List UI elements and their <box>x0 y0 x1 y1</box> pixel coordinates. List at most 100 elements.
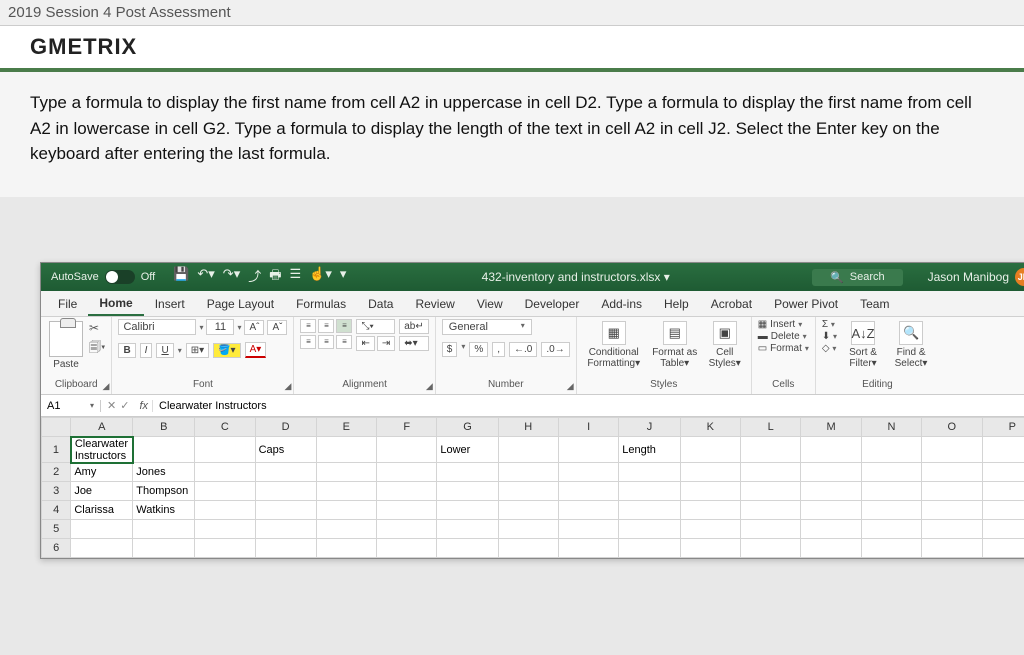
cell-H2[interactable] <box>498 463 558 482</box>
cell-E4[interactable] <box>316 501 376 520</box>
preview-icon[interactable]: ☰ <box>290 266 302 288</box>
tab-review[interactable]: Review <box>404 293 465 315</box>
row-header-4[interactable]: 4 <box>42 501 71 520</box>
percent-icon[interactable]: % <box>469 342 488 357</box>
cell-G2[interactable] <box>437 463 498 482</box>
cell-A6[interactable] <box>71 539 133 558</box>
tab-formulas[interactable]: Formulas <box>285 293 357 315</box>
tab-view[interactable]: View <box>466 293 514 315</box>
cell-C2[interactable] <box>195 463 255 482</box>
cell-I5[interactable] <box>558 520 618 539</box>
cell-O4[interactable] <box>922 501 982 520</box>
cell-K2[interactable] <box>680 463 740 482</box>
decrease-font-icon[interactable]: Aˇ <box>267 320 287 335</box>
cell-N3[interactable] <box>861 482 921 501</box>
tab-help[interactable]: Help <box>653 293 700 315</box>
cell-A5[interactable] <box>71 520 133 539</box>
insert-cells-button[interactable]: ▦Insert ▾ <box>758 319 809 330</box>
cell-P3[interactable] <box>982 482 1024 501</box>
open-icon[interactable]: ⤴ <box>248 266 261 288</box>
increase-decimal-icon[interactable]: ←.0 <box>509 342 537 357</box>
cell-L4[interactable] <box>740 501 800 520</box>
cell-J2[interactable] <box>619 463 680 482</box>
increase-font-icon[interactable]: Aˆ <box>244 320 264 335</box>
cell-O6[interactable] <box>922 539 982 558</box>
dialog-launcher-icon[interactable]: ◢ <box>285 381 292 392</box>
user-account[interactable]: Jason Manibog JM <box>918 268 1024 286</box>
wrap-text-icon[interactable]: ab↵ <box>399 319 429 334</box>
qat-more-icon[interactable]: ▾ <box>340 266 347 288</box>
copy-icon[interactable]: 🗐▾ <box>89 338 105 359</box>
cell-E3[interactable] <box>316 482 376 501</box>
conditional-formatting-button[interactable]: ▦ConditionalFormatting▾ <box>583 319 645 371</box>
cell-B6[interactable] <box>133 539 195 558</box>
clear-button[interactable]: ◇ ▾ <box>822 343 837 354</box>
cell-A4[interactable]: Clarissa <box>71 501 133 520</box>
formula-input[interactable]: Clearwater Instructors <box>153 400 1024 412</box>
cell-F4[interactable] <box>377 501 437 520</box>
orientation-icon[interactable]: ⤡▾ <box>356 319 395 334</box>
worksheet-grid[interactable]: ABCDEFGHIJKLMNOP1Clearwater InstructorsC… <box>41 417 1024 558</box>
select-all-corner[interactable] <box>42 418 71 437</box>
cell-A1[interactable]: Clearwater Instructors <box>71 437 133 463</box>
cut-icon[interactable]: ✂ <box>89 321 105 335</box>
fx-icon[interactable]: fx <box>135 400 153 412</box>
number-format-select[interactable]: General ▾ <box>442 319 532 335</box>
dialog-launcher-icon[interactable]: ◢ <box>103 381 110 392</box>
italic-button[interactable]: I <box>140 343 153 358</box>
tab-data[interactable]: Data <box>357 293 404 315</box>
cell-L6[interactable] <box>740 539 800 558</box>
format-cells-button[interactable]: ▭Format ▾ <box>758 343 809 354</box>
font-name-select[interactable]: Calibri <box>118 319 196 335</box>
save-icon[interactable]: 💾 <box>173 266 189 288</box>
autosave-toggle[interactable]: AutoSave Off <box>41 270 165 284</box>
cell-D1[interactable]: Caps <box>255 437 316 463</box>
cell-N4[interactable] <box>861 501 921 520</box>
cell-A2[interactable]: Amy <box>71 463 133 482</box>
col-header-D[interactable]: D <box>255 418 316 437</box>
row-header-2[interactable]: 2 <box>42 463 71 482</box>
cell-N5[interactable] <box>861 520 921 539</box>
cell-B2[interactable]: Jones <box>133 463 195 482</box>
font-color-icon[interactable]: A▾ <box>245 342 267 358</box>
cell-J6[interactable] <box>619 539 680 558</box>
col-header-I[interactable]: I <box>558 418 618 437</box>
cell-D6[interactable] <box>255 539 316 558</box>
tab-page-layout[interactable]: Page Layout <box>196 293 285 315</box>
cell-E5[interactable] <box>316 520 376 539</box>
col-header-E[interactable]: E <box>316 418 376 437</box>
cell-M2[interactable] <box>801 463 861 482</box>
cell-P6[interactable] <box>982 539 1024 558</box>
autosum-button[interactable]: Σ ▾ <box>822 319 837 330</box>
cell-D3[interactable] <box>255 482 316 501</box>
fill-color-icon[interactable]: 🪣▾ <box>213 343 240 358</box>
row-header-6[interactable]: 6 <box>42 539 71 558</box>
cell-C1[interactable] <box>195 437 255 463</box>
cell-P5[interactable] <box>982 520 1024 539</box>
cell-N6[interactable] <box>861 539 921 558</box>
tab-file[interactable]: File <box>47 293 88 315</box>
bold-button[interactable]: B <box>118 343 135 358</box>
col-header-K[interactable]: K <box>680 418 740 437</box>
row-header-5[interactable]: 5 <box>42 520 71 539</box>
cancel-formula-icon[interactable]: ✕ <box>107 399 116 412</box>
undo-icon[interactable]: ↶▾ <box>197 266 214 288</box>
cell-O5[interactable] <box>922 520 982 539</box>
cell-B1[interactable] <box>133 437 195 463</box>
cell-K6[interactable] <box>680 539 740 558</box>
cell-D4[interactable] <box>255 501 316 520</box>
indent-inc-icon[interactable]: ⇥ <box>377 336 395 351</box>
redo-icon[interactable]: ↷▾ <box>223 266 240 288</box>
name-box[interactable]: A1▾ <box>41 400 101 412</box>
cell-K4[interactable] <box>680 501 740 520</box>
tab-home[interactable]: Home <box>88 292 143 316</box>
touch-icon[interactable]: ☝▾ <box>309 266 332 288</box>
cell-I1[interactable] <box>558 437 618 463</box>
cell-F1[interactable] <box>377 437 437 463</box>
cell-I6[interactable] <box>558 539 618 558</box>
cell-F3[interactable] <box>377 482 437 501</box>
col-header-P[interactable]: P <box>982 418 1024 437</box>
cell-L3[interactable] <box>740 482 800 501</box>
tab-team[interactable]: Team <box>849 293 900 315</box>
cell-G4[interactable] <box>437 501 498 520</box>
